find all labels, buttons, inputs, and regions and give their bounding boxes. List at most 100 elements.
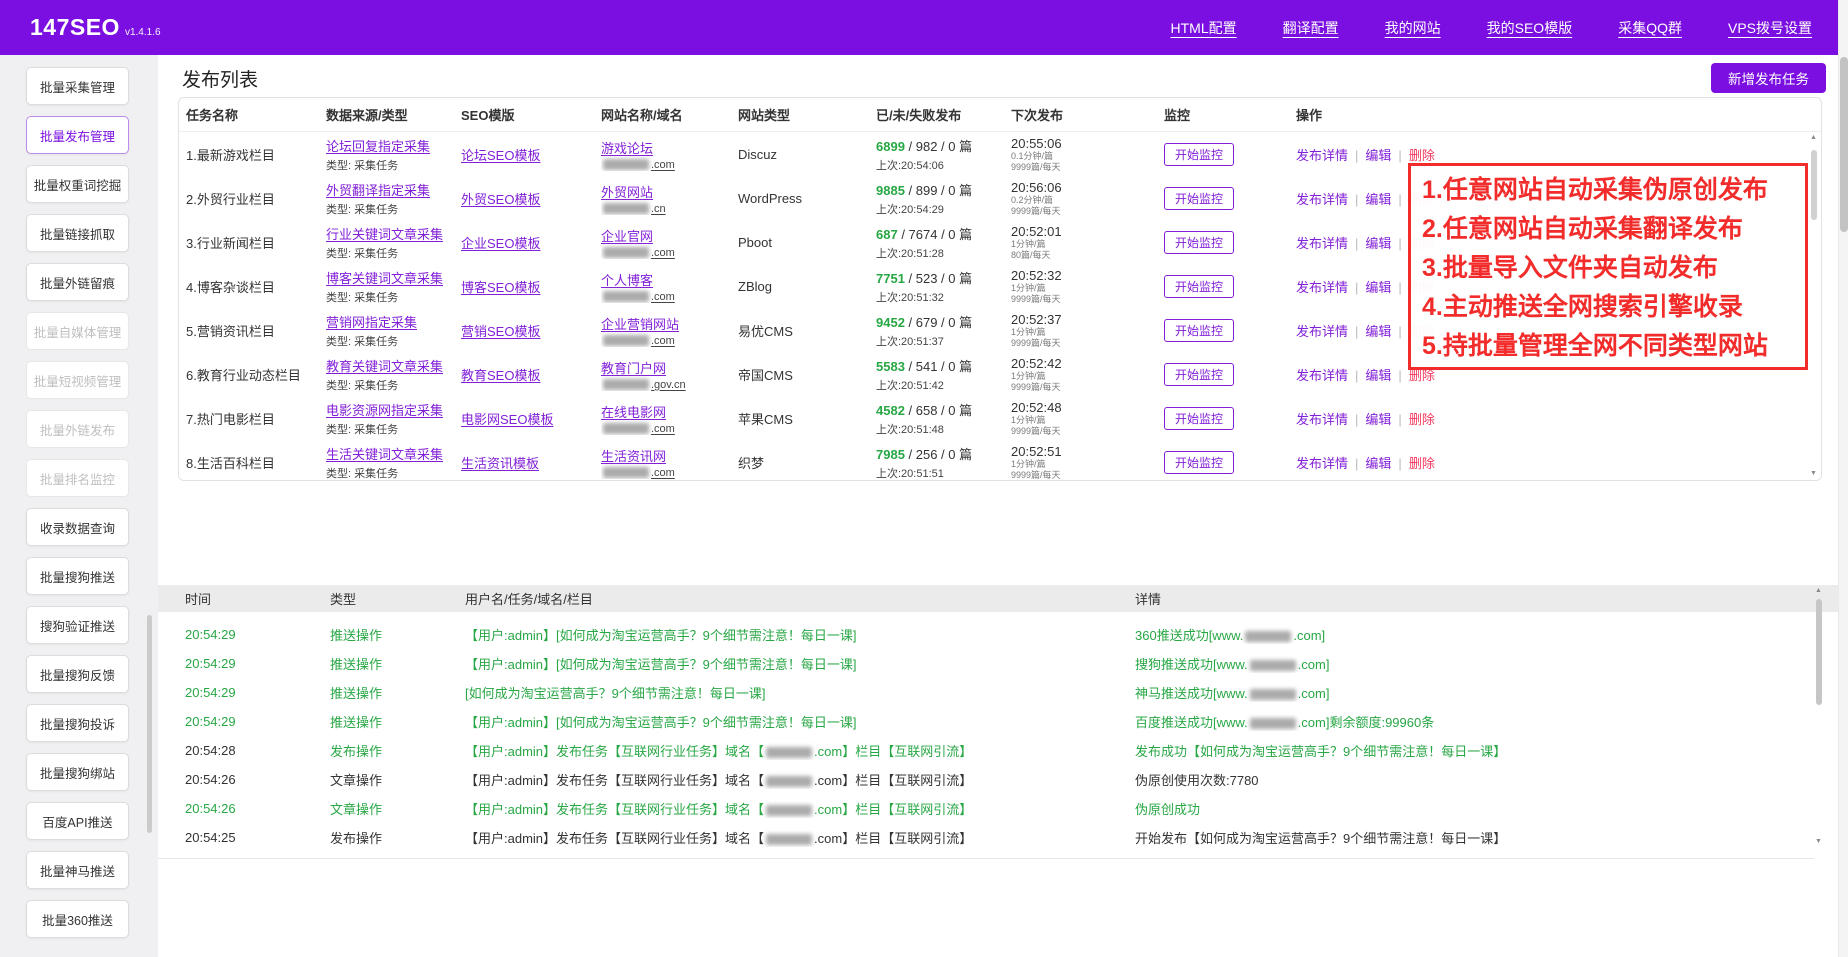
site-domain-link[interactable]: .com	[601, 335, 732, 347]
site-name-link[interactable]: 企业营销网站	[601, 314, 732, 333]
sidebar-item[interactable]: 批量采集管理	[26, 67, 129, 105]
redacted-domain	[766, 834, 812, 845]
edit-link[interactable]: 编辑	[1365, 412, 1391, 427]
template-link[interactable]: 营销SEO模板	[461, 324, 540, 339]
sidebar-item[interactable]: 批量搜狗反馈	[26, 655, 129, 693]
edit-link[interactable]: 编辑	[1365, 280, 1391, 295]
topnav-item-4[interactable]: 我的SEO模版	[1487, 18, 1573, 38]
publish-detail-link[interactable]: 发布详情	[1296, 236, 1348, 251]
new-publish-task-button[interactable]: 新增发布任务	[1711, 63, 1826, 93]
start-monitor-button[interactable]: 开始监控	[1164, 451, 1234, 474]
template-link[interactable]: 生活资讯模板	[461, 456, 539, 471]
publish-detail-link[interactable]: 发布详情	[1296, 368, 1348, 383]
topnav-item-5[interactable]: 采集QQ群	[1618, 18, 1682, 38]
sidebar-item[interactable]: 批量搜狗推送	[26, 557, 129, 595]
publish-detail-link[interactable]: 发布详情	[1296, 412, 1348, 427]
topnav-item-3[interactable]: 我的网站	[1385, 18, 1441, 38]
publish-detail-link[interactable]: 发布详情	[1296, 456, 1348, 471]
start-monitor-button[interactable]: 开始监控	[1164, 363, 1234, 386]
publish-detail-link[interactable]: 发布详情	[1296, 280, 1348, 295]
edit-link[interactable]: 编辑	[1365, 236, 1391, 251]
site-domain-link[interactable]: .cn	[601, 203, 732, 215]
source-link[interactable]: 教育关键词文章采集	[326, 356, 455, 375]
sidebar-item[interactable]: 搜狗验证推送	[26, 606, 129, 644]
edit-link[interactable]: 编辑	[1365, 368, 1391, 383]
brand-logo[interactable]: 147SEO v1.4.1.6	[30, 14, 161, 41]
sidebar-item[interactable]: 批量发布管理	[26, 116, 129, 154]
source-link[interactable]: 营销网指定采集	[326, 312, 455, 331]
edit-link[interactable]: 编辑	[1365, 456, 1391, 471]
redacted-domain	[766, 776, 812, 787]
start-monitor-button[interactable]: 开始监控	[1164, 275, 1234, 298]
start-monitor-button[interactable]: 开始监控	[1164, 407, 1234, 430]
site-name-link[interactable]: 生活资讯网	[601, 446, 732, 465]
template-link[interactable]: 电影网SEO模板	[461, 412, 553, 427]
start-monitor-button[interactable]: 开始监控	[1164, 187, 1234, 210]
site-name-link[interactable]: 企业官网	[601, 226, 732, 245]
start-monitor-button[interactable]: 开始监控	[1164, 231, 1234, 254]
page-scroll-thumb[interactable]	[1840, 57, 1848, 232]
scroll-down-icon[interactable]: ▼	[1810, 470, 1817, 477]
log-content: 【用户:admin】[如何成为淘宝运营高手？9个细节需注意！每日一课]	[465, 712, 1135, 731]
sidebar-item[interactable]: 批量链接抓取	[26, 214, 129, 252]
publish-counts-cell: 7751 / 523 / 0 篇上次:20:51:32	[876, 268, 1011, 305]
sidebar-item[interactable]: 批量360推送	[26, 900, 129, 938]
sidebar-scrollbar[interactable]	[147, 615, 152, 833]
site-name-link[interactable]: 个人博客	[601, 270, 732, 289]
source-link[interactable]: 博客关键词文章采集	[326, 268, 455, 287]
publish-detail-link[interactable]: 发布详情	[1296, 148, 1348, 163]
site-domain-link[interactable]: .com	[601, 291, 732, 303]
source-link[interactable]: 行业关键词文章采集	[326, 224, 455, 243]
next-publish-time: 20:52:32	[1011, 268, 1158, 283]
site-domain-link[interactable]: .com	[601, 247, 732, 259]
last-publish-time: 上次:20:54:06	[876, 157, 1005, 173]
source-link[interactable]: 电影资源网指定采集	[326, 400, 455, 419]
log-scroll-thumb[interactable]	[1816, 599, 1822, 705]
site-domain-link[interactable]: .com	[601, 467, 732, 479]
template-link[interactable]: 企业SEO模板	[461, 236, 540, 251]
edit-link[interactable]: 编辑	[1365, 192, 1391, 207]
site-domain-link[interactable]: .gov.cn	[601, 379, 732, 391]
log-scrollbar[interactable]: ▲ ▼	[1813, 587, 1824, 845]
delete-link[interactable]: 删除	[1409, 148, 1435, 163]
source-link[interactable]: 论坛回复指定采集	[326, 136, 455, 155]
scroll-up-icon[interactable]: ▲	[1815, 587, 1822, 594]
delete-link[interactable]: 删除	[1409, 412, 1435, 427]
sidebar-item[interactable]: 批量外链留痕	[26, 263, 129, 301]
task-table-scrollbar[interactable]: ▲ ▼	[1808, 134, 1819, 477]
scroll-down-icon[interactable]: ▼	[1815, 838, 1822, 845]
scroll-up-icon[interactable]: ▲	[1810, 134, 1817, 141]
source-link[interactable]: 生活关键词文章采集	[326, 444, 455, 463]
publish-detail-link[interactable]: 发布详情	[1296, 324, 1348, 339]
sidebar-item[interactable]: 收录数据查询	[26, 508, 129, 546]
template-link[interactable]: 论坛SEO模板	[461, 148, 540, 163]
start-monitor-button[interactable]: 开始监控	[1164, 143, 1234, 166]
task-table-scroll-thumb[interactable]	[1811, 150, 1817, 220]
sidebar-item[interactable]: 批量搜狗投诉	[26, 704, 129, 742]
topnav-item-1[interactable]: HTML配置	[1171, 18, 1237, 38]
seo-template-cell: 博客SEO模板	[461, 277, 601, 296]
topnav-item-6[interactable]: VPS拨号设置	[1728, 18, 1812, 38]
task-name: 4.博客杂谈栏目	[186, 277, 326, 296]
site-name-link[interactable]: 在线电影网	[601, 402, 732, 421]
log-type: 文章操作	[330, 770, 465, 789]
sidebar-item[interactable]: 批量神马推送	[26, 851, 129, 889]
sidebar-item[interactable]: 批量权重词挖掘	[26, 165, 129, 203]
site-domain-link[interactable]: .com	[601, 423, 732, 435]
template-link[interactable]: 教育SEO模板	[461, 368, 540, 383]
edit-link[interactable]: 编辑	[1365, 148, 1391, 163]
edit-link[interactable]: 编辑	[1365, 324, 1391, 339]
sidebar-item[interactable]: 批量搜狗绑站	[26, 753, 129, 791]
sidebar-item[interactable]: 百度API推送	[26, 802, 129, 840]
publish-detail-link[interactable]: 发布详情	[1296, 192, 1348, 207]
delete-link[interactable]: 删除	[1409, 456, 1435, 471]
template-link[interactable]: 博客SEO模板	[461, 280, 540, 295]
topnav-item-2[interactable]: 翻译配置	[1283, 18, 1339, 38]
site-domain-link[interactable]: .com	[601, 159, 732, 171]
source-link[interactable]: 外贸翻译指定采集	[326, 180, 455, 199]
site-name-link[interactable]: 教育门户网	[601, 358, 732, 377]
template-link[interactable]: 外贸SEO模板	[461, 192, 540, 207]
site-name-link[interactable]: 外贸网站	[601, 182, 732, 201]
site-name-link[interactable]: 游戏论坛	[601, 138, 732, 157]
start-monitor-button[interactable]: 开始监控	[1164, 319, 1234, 342]
